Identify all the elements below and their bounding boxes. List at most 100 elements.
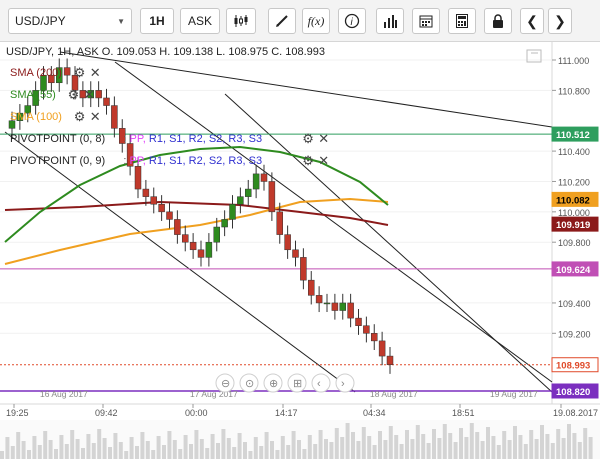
gear-icon[interactable]: ⚙	[74, 109, 86, 124]
chevron-right-icon[interactable]: ❯	[548, 8, 572, 34]
nav-icon: ⊕	[269, 378, 278, 390]
navigator-bar	[183, 435, 188, 459]
navigator-bar	[356, 441, 361, 459]
indicator-label: PIVOTPOINT (0, 9)	[10, 155, 105, 167]
price-tick-label: 109.400	[558, 299, 591, 309]
navigator-bar	[388, 426, 393, 459]
candle-body	[315, 295, 323, 304]
navigator-bar	[91, 443, 96, 459]
candle-body	[386, 355, 394, 365]
close-icon[interactable]: ✕	[318, 153, 329, 168]
navigator-bar	[118, 442, 123, 459]
gear-icon[interactable]: ⚙	[302, 153, 314, 168]
nav-button[interactable]	[335, 373, 355, 393]
info-icon[interactable]: i	[338, 8, 366, 34]
close-icon[interactable]: ✕	[90, 65, 101, 80]
indicator-label: SMA (100)	[10, 111, 62, 123]
bar-chart-icon[interactable]	[376, 8, 404, 34]
navigator-bar	[583, 428, 588, 459]
price-tag-label: 108.820	[556, 387, 590, 398]
navigator-bar	[361, 427, 366, 459]
chevron-left-icon[interactable]: ❮	[520, 8, 544, 34]
close-icon[interactable]: ✕	[90, 109, 101, 124]
candle-body	[355, 317, 362, 326]
navigator-bar	[64, 444, 69, 459]
navigator-bar	[54, 449, 58, 459]
price-type-button[interactable]: ASK	[180, 8, 220, 34]
navigator-bar	[518, 435, 523, 459]
calendar-icon[interactable]	[412, 8, 440, 34]
navigator-bar	[556, 429, 561, 459]
navigator-bar	[372, 445, 377, 459]
navigator-bar	[259, 446, 264, 459]
close-icon[interactable]: ✕	[318, 131, 329, 146]
navigator-bar	[442, 424, 447, 459]
indicator-label: PIVOTPOINT (0, 8)	[10, 133, 105, 145]
date-marker: 19 Aug 2017	[490, 389, 538, 399]
navigator-bar	[469, 423, 474, 459]
nav-button[interactable]	[311, 373, 331, 393]
navigator-bar	[162, 445, 166, 459]
navigator-bar	[0, 451, 4, 459]
candle-body	[252, 173, 260, 190]
candle-body	[221, 219, 228, 228]
fx-icon[interactable]: f(x)	[302, 8, 330, 34]
chevron-down-icon: ▼	[117, 16, 125, 26]
candle-body	[174, 219, 181, 235]
nav-icon: ⊙	[245, 378, 254, 390]
candle-body	[363, 325, 370, 334]
navigator-bar	[405, 430, 409, 459]
candle-body	[245, 188, 252, 197]
navigator-bar	[567, 424, 571, 459]
calculator-icon[interactable]	[448, 8, 476, 34]
candle-body	[213, 226, 220, 243]
indicator-label: SMA (55)	[10, 89, 56, 101]
navigator-bar	[313, 444, 318, 459]
symbol-select[interactable]: USD/JPY ▼	[8, 8, 132, 34]
gear-icon[interactable]: ⚙	[302, 131, 314, 146]
chart-canvas[interactable]: 110.512 110.082 109.919 109.624 108.993 108.8…	[0, 42, 600, 459]
navigator-bar	[275, 450, 280, 459]
gear-icon[interactable]: ⚙	[74, 65, 86, 80]
navigator-bar	[324, 439, 328, 459]
pencil-icon[interactable]	[268, 8, 296, 34]
gear-icon[interactable]: ⚙	[68, 87, 80, 102]
timeframe-button[interactable]: 1H	[140, 8, 174, 34]
candle-body	[300, 257, 307, 281]
navigator[interactable]	[0, 420, 600, 459]
candle-body	[158, 203, 165, 213]
close-icon[interactable]: ✕	[84, 87, 95, 102]
navigator-bar	[102, 438, 107, 459]
candle-body	[331, 302, 339, 311]
navigator-bar	[270, 441, 274, 459]
navigator-bar	[232, 447, 237, 459]
candle-body	[292, 249, 299, 258]
navigator-bar	[540, 425, 544, 459]
navigator-bar	[486, 427, 490, 459]
navigator-bar	[253, 437, 258, 459]
navigator-bar	[421, 434, 426, 459]
navigator-bar	[399, 444, 404, 459]
navigator-bar	[507, 440, 512, 459]
navigator-bar	[318, 430, 323, 459]
navigator-bar	[307, 435, 312, 459]
navigator-bar	[426, 443, 431, 459]
time-tick-label: 19.08.2017	[553, 408, 598, 418]
navigator-bar	[32, 436, 37, 459]
toolbar: USD/JPY ▼ 1H ASK f(x) i ❮ ❯	[0, 0, 600, 42]
price-tag-label: 108.993	[556, 361, 590, 372]
nav-icon: ⊖	[221, 378, 230, 390]
candle-body	[103, 97, 110, 106]
navigator-bar	[367, 436, 372, 459]
chart-header: USD/JPY, 1H, ASK O. 109.053 H. 109.138 L…	[6, 46, 325, 58]
indicator-label: SMA (200)	[10, 67, 62, 79]
navigator-bar	[329, 442, 334, 459]
candle-body	[378, 340, 386, 357]
lock-icon[interactable]	[484, 8, 512, 34]
navigator-bar	[145, 441, 150, 459]
pivot-points: : PP, R1, S1, R2, S2, R3, S3	[123, 155, 262, 167]
candlestick-icon[interactable]	[226, 8, 256, 34]
symbol-label: USD/JPY	[15, 14, 66, 28]
navigator-bar	[124, 451, 129, 459]
navigator-bar	[297, 440, 301, 459]
